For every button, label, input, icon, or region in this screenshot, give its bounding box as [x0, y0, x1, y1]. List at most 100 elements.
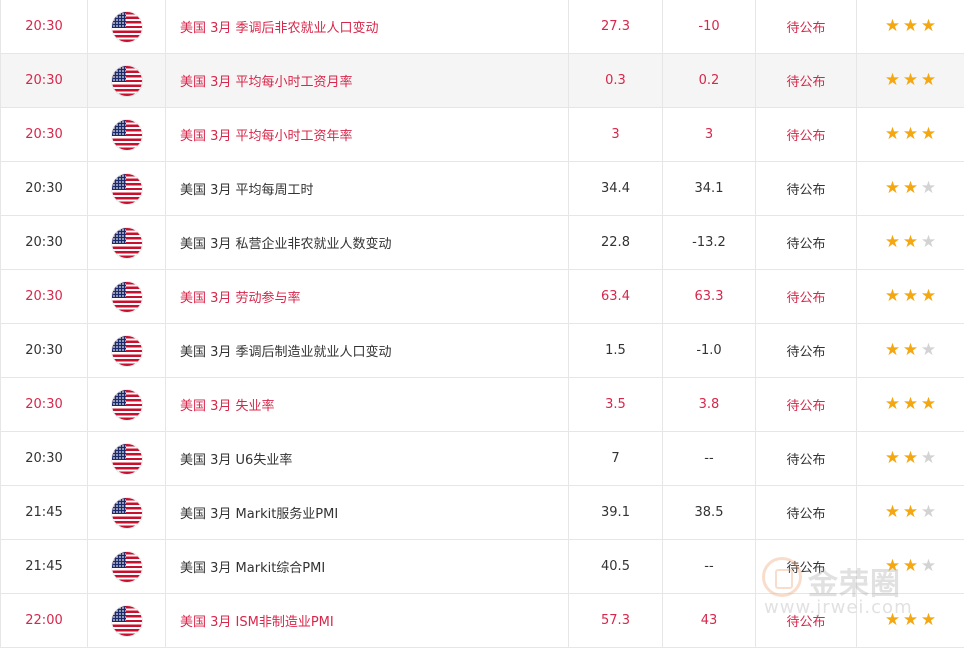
star-icon: ★	[884, 286, 901, 306]
table-row[interactable]: 20:30 美国 3月 季调后制造业就业人口变动 1.5 -1.0 待公布 ★ ★ ★	[0, 324, 964, 378]
table-row[interactable]: 20:30 美国 3月 劳动参与率 63.4 63.3 待公布 ★ ★ ★	[0, 270, 964, 324]
previous-value: 57.3	[569, 594, 663, 647]
star-icon: ★	[920, 286, 937, 306]
forecast-value: -13.2	[663, 216, 756, 269]
star-icon: ★	[902, 124, 919, 144]
event-name[interactable]: 美国 3月 失业率	[166, 378, 569, 431]
importance-cell: ★ ★ ★	[857, 540, 964, 593]
star-icon: ★	[902, 610, 919, 630]
us-flag-icon	[111, 173, 142, 204]
previous-value: 1.5	[569, 324, 663, 377]
previous-value: 3.5	[569, 378, 663, 431]
us-flag-icon	[111, 281, 142, 312]
star-icon: ★	[920, 394, 937, 414]
actual-value: 待公布	[756, 54, 857, 107]
table-row[interactable]: 20:30 美国 3月 失业率 3.5 3.8 待公布 ★ ★ ★	[0, 378, 964, 432]
country-cell	[88, 162, 166, 215]
forecast-value: -1.0	[663, 324, 756, 377]
importance-rating: ★ ★ ★	[885, 558, 937, 575]
table-row[interactable]: 21:45 美国 3月 Markit综合PMI 40.5 -- 待公布 ★ ★ ★	[0, 540, 964, 594]
table-row[interactable]: 20:30 美国 3月 平均每小时工资年率 3 3 待公布 ★ ★ ★	[0, 108, 964, 162]
event-name[interactable]: 美国 3月 平均每周工时	[166, 162, 569, 215]
us-flag-icon	[111, 335, 142, 366]
event-name[interactable]: 美国 3月 Markit综合PMI	[166, 540, 569, 593]
star-icon: ★	[920, 610, 937, 630]
actual-value: 待公布	[756, 540, 857, 593]
table-row[interactable]: 20:30 美国 3月 U6失业率 7 -- 待公布 ★ ★ ★	[0, 432, 964, 486]
economic-calendar-table: 20:30 美国 3月 季调后非农就业人口变动 27.3 -10 待公布 ★ ★ ★ 20:30…	[0, 0, 964, 648]
event-name[interactable]: 美国 3月 季调后非农就业人口变动	[166, 0, 569, 53]
time-cell: 20:30	[0, 378, 88, 431]
us-flag-icon	[111, 389, 142, 420]
table-row[interactable]: 20:30 美国 3月 季调后非农就业人口变动 27.3 -10 待公布 ★ ★ ★	[0, 0, 964, 54]
forecast-value: --	[663, 540, 756, 593]
time-cell: 20:30	[0, 162, 88, 215]
previous-value: 63.4	[569, 270, 663, 323]
us-flag-icon	[111, 11, 142, 42]
event-name[interactable]: 美国 3月 平均每小时工资月率	[166, 54, 569, 107]
event-name[interactable]: 美国 3月 劳动参与率	[166, 270, 569, 323]
country-cell	[88, 216, 166, 269]
forecast-value: 63.3	[663, 270, 756, 323]
importance-cell: ★ ★ ★	[857, 324, 964, 377]
actual-value: 待公布	[756, 108, 857, 161]
star-icon: ★	[920, 232, 937, 252]
importance-cell: ★ ★ ★	[857, 54, 964, 107]
event-name[interactable]: 美国 3月 平均每小时工资年率	[166, 108, 569, 161]
previous-value: 22.8	[569, 216, 663, 269]
star-icon: ★	[902, 286, 919, 306]
importance-cell: ★ ★ ★	[857, 486, 964, 539]
country-cell	[88, 378, 166, 431]
forecast-value: --	[663, 432, 756, 485]
table-row[interactable]: 20:30 美国 3月 平均每小时工资月率 0.3 0.2 待公布 ★ ★ ★	[0, 54, 964, 108]
actual-value: 待公布	[756, 324, 857, 377]
star-icon: ★	[902, 70, 919, 90]
time-cell: 20:30	[0, 216, 88, 269]
importance-cell: ★ ★ ★	[857, 108, 964, 161]
previous-value: 27.3	[569, 0, 663, 53]
importance-cell: ★ ★ ★	[857, 594, 964, 647]
event-name[interactable]: 美国 3月 私营企业非农就业人数变动	[166, 216, 569, 269]
us-flag-icon	[111, 551, 142, 582]
event-name[interactable]: 美国 3月 U6失业率	[166, 432, 569, 485]
importance-cell: ★ ★ ★	[857, 216, 964, 269]
country-cell	[88, 432, 166, 485]
importance-rating: ★ ★ ★	[885, 18, 937, 35]
country-cell	[88, 594, 166, 647]
star-icon: ★	[920, 178, 937, 198]
importance-cell: ★ ★ ★	[857, 270, 964, 323]
previous-value: 39.1	[569, 486, 663, 539]
importance-rating: ★ ★ ★	[885, 342, 937, 359]
star-icon: ★	[884, 610, 901, 630]
us-flag-icon	[111, 605, 142, 636]
star-icon: ★	[920, 340, 937, 360]
country-cell	[88, 270, 166, 323]
event-name[interactable]: 美国 3月 季调后制造业就业人口变动	[166, 324, 569, 377]
importance-cell: ★ ★ ★	[857, 0, 964, 53]
importance-rating: ★ ★ ★	[885, 288, 937, 305]
country-cell	[88, 540, 166, 593]
previous-value: 0.3	[569, 54, 663, 107]
time-cell: 21:45	[0, 540, 88, 593]
actual-value: 待公布	[756, 270, 857, 323]
star-icon: ★	[884, 394, 901, 414]
star-icon: ★	[920, 556, 937, 576]
event-name[interactable]: 美国 3月 ISM非制造业PMI	[166, 594, 569, 647]
table-row[interactable]: 22:00 美国 3月 ISM非制造业PMI 57.3 43 待公布 ★ ★ ★	[0, 594, 964, 648]
forecast-value: -10	[663, 0, 756, 53]
importance-cell: ★ ★ ★	[857, 378, 964, 431]
time-cell: 20:30	[0, 54, 88, 107]
us-flag-icon	[111, 65, 142, 96]
country-cell	[88, 0, 166, 53]
time-cell: 22:00	[0, 594, 88, 647]
time-cell: 20:30	[0, 108, 88, 161]
table-row[interactable]: 20:30 美国 3月 平均每周工时 34.4 34.1 待公布 ★ ★ ★	[0, 162, 964, 216]
country-cell	[88, 54, 166, 107]
forecast-value: 0.2	[663, 54, 756, 107]
table-row[interactable]: 20:30 美国 3月 私营企业非农就业人数变动 22.8 -13.2 待公布 ★ ★ ★	[0, 216, 964, 270]
importance-rating: ★ ★ ★	[885, 504, 937, 521]
table-row[interactable]: 21:45 美国 3月 Markit服务业PMI 39.1 38.5 待公布 ★ ★ ★	[0, 486, 964, 540]
us-flag-icon	[111, 227, 142, 258]
importance-rating: ★ ★ ★	[885, 72, 937, 89]
event-name[interactable]: 美国 3月 Markit服务业PMI	[166, 486, 569, 539]
